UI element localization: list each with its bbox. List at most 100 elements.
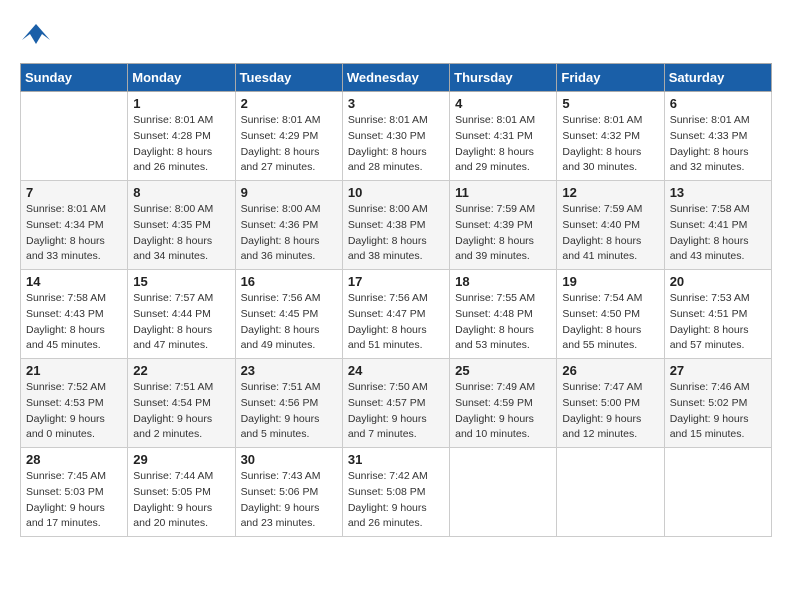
- day-number: 8: [133, 185, 229, 200]
- day-number: 29: [133, 452, 229, 467]
- day-info: Sunrise: 8:01 AM Sunset: 4:31 PM Dayligh…: [455, 113, 551, 176]
- day-number: 9: [241, 185, 337, 200]
- day-number: 24: [348, 363, 444, 378]
- calendar-cell: 7 Sunrise: 8:01 AM Sunset: 4:34 PM Daylig…: [21, 181, 128, 270]
- calendar-cell: 30 Sunrise: 7:43 AM Sunset: 5:06 PM Dayli…: [235, 448, 342, 537]
- day-number: 5: [562, 96, 658, 111]
- day-number: 18: [455, 274, 551, 289]
- day-number: 11: [455, 185, 551, 200]
- day-info: Sunrise: 7:47 AM Sunset: 5:00 PM Dayligh…: [562, 380, 658, 443]
- calendar-cell: 16Sunrise: 7:56 AM Sunset: 4:45 PM Dayli…: [235, 270, 342, 359]
- day-info: Sunrise: 8:00 AM Sunset: 4:35 PM Dayligh…: [133, 202, 229, 265]
- day-info: Sunrise: 7:45 AM Sunset: 5:03 PM Dayligh…: [26, 469, 122, 532]
- day-number: 10: [348, 185, 444, 200]
- calendar-cell: 11 Sunrise: 7:59 AM Sunset: 4:39 PM Dayli…: [450, 181, 557, 270]
- calendar-week-row: 28 Sunrise: 7:45 AM Sunset: 5:03 PM Dayli…: [21, 448, 772, 537]
- calendar-week-row: 7 Sunrise: 8:01 AM Sunset: 4:34 PM Daylig…: [21, 181, 772, 270]
- day-info: Sunrise: 7:43 AM Sunset: 5:06 PM Dayligh…: [241, 469, 337, 532]
- day-info: Sunrise: 7:58 AM Sunset: 4:43 PM Dayligh…: [26, 291, 122, 354]
- calendar-cell: 29 Sunrise: 7:44 AM Sunset: 5:05 PM Dayli…: [128, 448, 235, 537]
- day-number: 3: [348, 96, 444, 111]
- logo: [20, 20, 50, 53]
- calendar-cell: 14 Sunrise: 7:58 AM Sunset: 4:43 PM Dayli…: [21, 270, 128, 359]
- day-info: Sunrise: 7:59 AM Sunset: 4:40 PM Dayligh…: [562, 202, 658, 265]
- day-info: Sunrise: 7:56 AM Sunset: 4:45 PM Dayligh…: [241, 291, 337, 354]
- calendar-week-row: 14 Sunrise: 7:58 AM Sunset: 4:43 PM Dayli…: [21, 270, 772, 359]
- day-info: Sunrise: 7:56 AM Sunset: 4:47 PM Dayligh…: [348, 291, 444, 354]
- day-of-week-header-friday: Friday: [557, 64, 664, 92]
- calendar-cell: 19Sunrise: 7:54 AM Sunset: 4:50 PM Dayli…: [557, 270, 664, 359]
- day-info: Sunrise: 7:46 AM Sunset: 5:02 PM Dayligh…: [670, 380, 766, 443]
- day-number: 17: [348, 274, 444, 289]
- day-number: 25: [455, 363, 551, 378]
- day-of-week-header-wednesday: Wednesday: [342, 64, 449, 92]
- calendar-cell: 1 Sunrise: 8:01 AM Sunset: 4:28 PM Daylig…: [128, 92, 235, 181]
- calendar-cell: 8 Sunrise: 8:00 AM Sunset: 4:35 PM Daylig…: [128, 181, 235, 270]
- logo-bird-icon: [22, 20, 50, 48]
- day-number: 1: [133, 96, 229, 111]
- day-number: 12: [562, 185, 658, 200]
- calendar-cell: 3Sunrise: 8:01 AM Sunset: 4:30 PM Daylig…: [342, 92, 449, 181]
- calendar-cell: 10 Sunrise: 8:00 AM Sunset: 4:38 PM Dayli…: [342, 181, 449, 270]
- day-info: Sunrise: 8:01 AM Sunset: 4:28 PM Dayligh…: [133, 113, 229, 176]
- day-info: Sunrise: 7:51 AM Sunset: 4:54 PM Dayligh…: [133, 380, 229, 443]
- calendar-week-row: 1 Sunrise: 8:01 AM Sunset: 4:28 PM Daylig…: [21, 92, 772, 181]
- day-number: 20: [670, 274, 766, 289]
- calendar-cell: 12 Sunrise: 7:59 AM Sunset: 4:40 PM Dayli…: [557, 181, 664, 270]
- calendar-cell: 21 Sunrise: 7:52 AM Sunset: 4:53 PM Dayli…: [21, 359, 128, 448]
- calendar-cell: 9 Sunrise: 8:00 AM Sunset: 4:36 PM Daylig…: [235, 181, 342, 270]
- calendar-cell: [21, 92, 128, 181]
- day-of-week-header-monday: Monday: [128, 64, 235, 92]
- day-info: Sunrise: 7:54 AM Sunset: 4:50 PM Dayligh…: [562, 291, 658, 354]
- day-of-week-header-saturday: Saturday: [664, 64, 771, 92]
- day-info: Sunrise: 8:00 AM Sunset: 4:36 PM Dayligh…: [241, 202, 337, 265]
- day-number: 26: [562, 363, 658, 378]
- calendar-cell: 5 Sunrise: 8:01 AM Sunset: 4:32 PM Daylig…: [557, 92, 664, 181]
- calendar-cell: 18 Sunrise: 7:55 AM Sunset: 4:48 PM Dayli…: [450, 270, 557, 359]
- calendar-cell: 26 Sunrise: 7:47 AM Sunset: 5:00 PM Dayli…: [557, 359, 664, 448]
- day-number: 30: [241, 452, 337, 467]
- day-info: Sunrise: 7:55 AM Sunset: 4:48 PM Dayligh…: [455, 291, 551, 354]
- day-number: 31: [348, 452, 444, 467]
- day-info: Sunrise: 7:44 AM Sunset: 5:05 PM Dayligh…: [133, 469, 229, 532]
- day-number: 2: [241, 96, 337, 111]
- calendar-cell: 15 Sunrise: 7:57 AM Sunset: 4:44 PM Dayli…: [128, 270, 235, 359]
- day-number: 21: [26, 363, 122, 378]
- calendar-cell: 4 Sunrise: 8:01 AM Sunset: 4:31 PM Daylig…: [450, 92, 557, 181]
- calendar-cell: 22Sunrise: 7:51 AM Sunset: 4:54 PM Dayli…: [128, 359, 235, 448]
- day-number: 4: [455, 96, 551, 111]
- calendar-cell: 24Sunrise: 7:50 AM Sunset: 4:57 PM Dayli…: [342, 359, 449, 448]
- day-number: 14: [26, 274, 122, 289]
- calendar-cell: [450, 448, 557, 537]
- calendar-cell: [557, 448, 664, 537]
- day-number: 13: [670, 185, 766, 200]
- day-info: Sunrise: 8:01 AM Sunset: 4:33 PM Dayligh…: [670, 113, 766, 176]
- day-info: Sunrise: 7:42 AM Sunset: 5:08 PM Dayligh…: [348, 469, 444, 532]
- calendar-cell: 25 Sunrise: 7:49 AM Sunset: 4:59 PM Dayli…: [450, 359, 557, 448]
- calendar-cell: 27 Sunrise: 7:46 AM Sunset: 5:02 PM Dayli…: [664, 359, 771, 448]
- day-info: Sunrise: 8:00 AM Sunset: 4:38 PM Dayligh…: [348, 202, 444, 265]
- day-info: Sunrise: 7:59 AM Sunset: 4:39 PM Dayligh…: [455, 202, 551, 265]
- day-info: Sunrise: 7:52 AM Sunset: 4:53 PM Dayligh…: [26, 380, 122, 443]
- day-info: Sunrise: 7:49 AM Sunset: 4:59 PM Dayligh…: [455, 380, 551, 443]
- day-info: Sunrise: 8:01 AM Sunset: 4:29 PM Dayligh…: [241, 113, 337, 176]
- day-number: 27: [670, 363, 766, 378]
- calendar-cell: 6 Sunrise: 8:01 AM Sunset: 4:33 PM Daylig…: [664, 92, 771, 181]
- day-of-week-header-sunday: Sunday: [21, 64, 128, 92]
- day-number: 15: [133, 274, 229, 289]
- day-number: 6: [670, 96, 766, 111]
- day-info: Sunrise: 8:01 AM Sunset: 4:32 PM Dayligh…: [562, 113, 658, 176]
- calendar-cell: 2 Sunrise: 8:01 AM Sunset: 4:29 PM Daylig…: [235, 92, 342, 181]
- day-info: Sunrise: 7:57 AM Sunset: 4:44 PM Dayligh…: [133, 291, 229, 354]
- day-number: 7: [26, 185, 122, 200]
- day-number: 23: [241, 363, 337, 378]
- day-info: Sunrise: 8:01 AM Sunset: 4:34 PM Dayligh…: [26, 202, 122, 265]
- calendar-cell: 23Sunrise: 7:51 AM Sunset: 4:56 PM Dayli…: [235, 359, 342, 448]
- calendar-cell: 20 Sunrise: 7:53 AM Sunset: 4:51 PM Dayli…: [664, 270, 771, 359]
- day-info: Sunrise: 7:53 AM Sunset: 4:51 PM Dayligh…: [670, 291, 766, 354]
- day-of-week-header-thursday: Thursday: [450, 64, 557, 92]
- day-number: 28: [26, 452, 122, 467]
- calendar-cell: 28 Sunrise: 7:45 AM Sunset: 5:03 PM Dayli…: [21, 448, 128, 537]
- calendar-header-row: SundayMondayTuesdayWednesdayThursdayFrid…: [21, 64, 772, 92]
- calendar-cell: [664, 448, 771, 537]
